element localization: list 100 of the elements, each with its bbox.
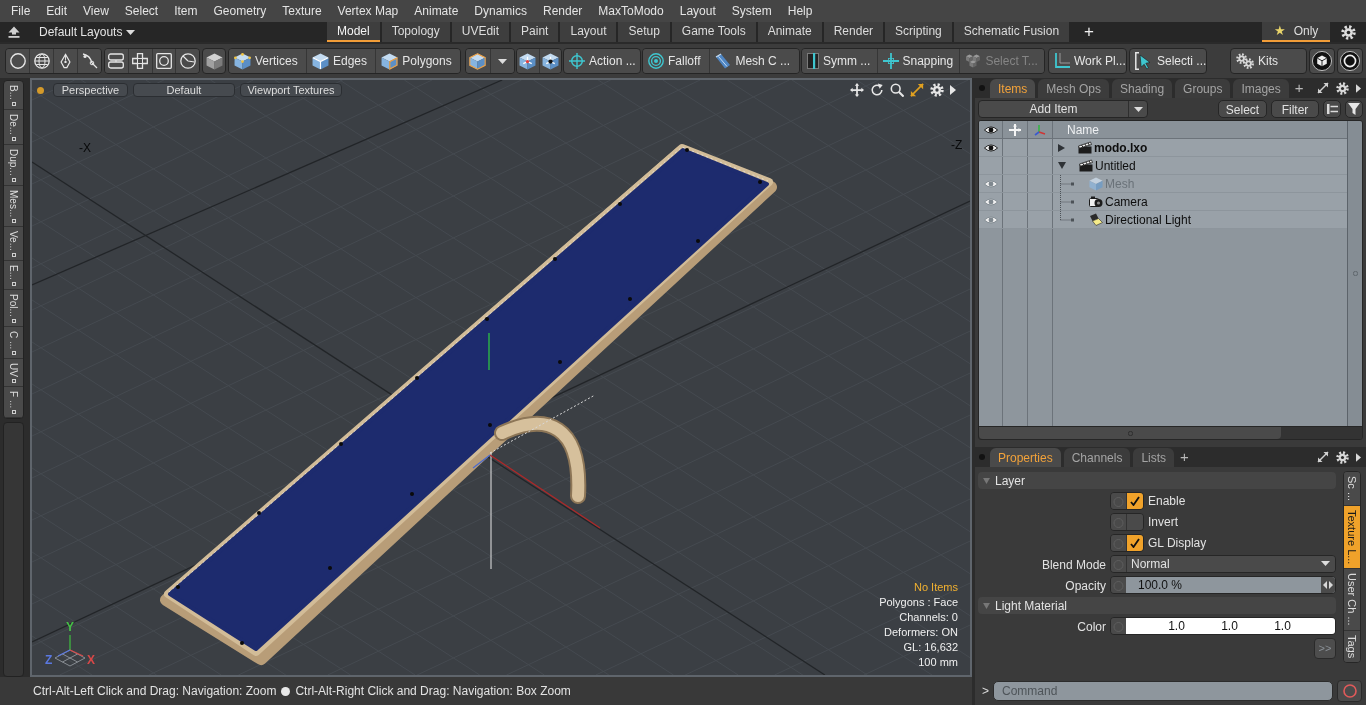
layout-tab[interactable]: Animate: [757, 22, 822, 42]
tool-button[interactable]: Work Pl...: [1048, 48, 1127, 74]
tree-row[interactable]: Directional Light: [979, 211, 1347, 229]
section-header[interactable]: Layer: [978, 472, 1336, 489]
command-field[interactable]: Command: [993, 681, 1333, 701]
zoom-icon[interactable]: [890, 83, 904, 97]
tool-button[interactable]: Symm ...: [802, 49, 878, 73]
list-options-button[interactable]: [1323, 100, 1341, 118]
toolbar-button[interactable]: [1309, 48, 1335, 74]
move-cross-icon[interactable]: [1009, 123, 1021, 136]
panel-tab[interactable]: Properties: [990, 448, 1061, 467]
tree-row[interactable]: Camera: [979, 193, 1347, 211]
side-tab[interactable]: UV: [4, 359, 23, 388]
tool-button[interactable]: Kits: [1230, 48, 1307, 74]
eye-icon[interactable]: [983, 124, 998, 135]
expand-arrows-icon[interactable]: [1317, 82, 1329, 94]
filter-options-button[interactable]: [1345, 100, 1363, 118]
toolbar-button[interactable]: [1337, 48, 1363, 74]
scrollbar-track[interactable]: [1347, 121, 1362, 427]
section-header[interactable]: Light Material: [978, 597, 1336, 614]
menu-item[interactable]: Vertex Map: [329, 0, 407, 22]
tool-button[interactable]: Falloff: [643, 49, 711, 73]
toolbar-button[interactable]: [176, 49, 199, 73]
side-tab[interactable]: Pol...: [4, 290, 23, 327]
toolbar-button[interactable]: [128, 49, 153, 73]
expand-arrows-icon[interactable]: [1317, 451, 1329, 463]
menu-item[interactable]: Geometry: [205, 0, 275, 22]
caret-down-icon[interactable]: [1058, 162, 1066, 169]
side-tab[interactable]: Mes...: [4, 185, 23, 228]
menu-item[interactable]: Edit: [38, 0, 76, 22]
side-tab[interactable]: F ...: [4, 387, 23, 419]
toolbar-button[interactable]: [105, 49, 129, 73]
gear-icon[interactable]: [930, 83, 944, 97]
scrollbar-thumb[interactable]: [979, 427, 1281, 439]
toolbar-button[interactable]: [539, 49, 561, 73]
add-tab-button[interactable]: +: [1081, 22, 1098, 42]
gear-icon[interactable]: [1336, 450, 1349, 464]
panel-dot-icon[interactable]: [979, 85, 985, 91]
layout-dropdown[interactable]: Default Layouts: [39, 23, 136, 41]
maximize-icon[interactable]: [910, 83, 924, 97]
toolbar-button[interactable]: [152, 49, 177, 73]
checkbox[interactable]: [1126, 513, 1143, 530]
menu-item[interactable]: Dynamics: [466, 0, 535, 22]
caret-right-icon[interactable]: [1058, 143, 1065, 152]
layout-tab[interactable]: Setup: [618, 22, 670, 42]
toolbar-button[interactable]: [517, 49, 540, 73]
side-tab[interactable]: B...: [4, 81, 23, 110]
layout-tab[interactable]: Scripting: [885, 22, 952, 42]
panel-tab[interactable]: Channels: [1063, 448, 1131, 467]
triangle-right-icon[interactable]: [950, 85, 956, 95]
dropdown-button[interactable]: [490, 49, 514, 73]
add-item-dropdown[interactable]: Add Item: [978, 100, 1148, 118]
tree-row[interactable]: Untitled: [979, 157, 1347, 175]
keyframe-toggle-icon[interactable]: [1111, 492, 1126, 509]
scrollbar-track[interactable]: [979, 426, 1362, 439]
gear-icon[interactable]: [1336, 81, 1349, 95]
menu-item[interactable]: Animate: [406, 0, 467, 22]
menu-item[interactable]: MaxToModo: [590, 0, 672, 22]
menu-item[interactable]: Help: [779, 0, 821, 22]
toolbar-button[interactable]: [78, 49, 101, 73]
rotate-icon[interactable]: [870, 83, 884, 97]
toolbar-button[interactable]: [466, 49, 491, 73]
layout-tab[interactable]: Game Tools: [671, 22, 756, 42]
move-arrows-icon[interactable]: [850, 83, 864, 97]
panel-tab[interactable]: Lists: [1133, 448, 1175, 467]
side-tab[interactable]: C ...: [4, 326, 23, 360]
toolbar-button[interactable]: [202, 48, 226, 74]
add-tab-button[interactable]: +: [1294, 79, 1304, 97]
tool-button[interactable]: Mesh C ...: [710, 49, 799, 73]
menu-item[interactable]: File: [3, 0, 39, 22]
layout-tab[interactable]: UVEdit: [451, 22, 510, 42]
keyframe-toggle-icon[interactable]: [1111, 555, 1126, 572]
toolbar-button[interactable]: [30, 49, 54, 73]
panel-tab[interactable]: Shading: [1112, 79, 1173, 98]
layout-tab[interactable]: Render: [823, 22, 884, 42]
panel-tab[interactable]: Items: [990, 79, 1036, 98]
tool-button[interactable]: Action ...: [563, 48, 641, 74]
eye-icon[interactable]: [983, 142, 998, 153]
layout-tab[interactable]: Topology: [381, 22, 450, 42]
viewport-option-button[interactable]: Perspective: [53, 83, 128, 97]
checkbox[interactable]: [1126, 492, 1143, 509]
menu-item[interactable]: Select: [116, 0, 167, 22]
side-tab[interactable]: Sc ...: [1344, 472, 1360, 507]
side-tab[interactable]: Texture L...: [1344, 506, 1360, 570]
layout-tab[interactable]: Layout: [560, 22, 617, 42]
viewport-option-button[interactable]: Default: [133, 83, 235, 97]
select-button[interactable]: Select: [1218, 100, 1267, 118]
filter-button[interactable]: Filter: [1271, 100, 1319, 118]
checkbox[interactable]: [1126, 534, 1143, 551]
side-tab[interactable]: Dup...: [4, 145, 23, 186]
layout-tab[interactable]: Schematic Fusion: [953, 22, 1070, 42]
menu-item[interactable]: Texture: [274, 0, 330, 22]
tool-button[interactable]: Polygons: [376, 49, 460, 73]
menu-item[interactable]: Layout: [671, 0, 724, 22]
gear-icon[interactable]: [1341, 24, 1356, 40]
menu-item[interactable]: Render: [535, 0, 591, 22]
keyframe-toggle-icon[interactable]: [1111, 513, 1126, 530]
tool-button[interactable]: Selecti ...: [1129, 48, 1207, 74]
up-arrow-icon[interactable]: [8, 26, 20, 38]
side-tab[interactable]: Ve...: [4, 227, 23, 262]
